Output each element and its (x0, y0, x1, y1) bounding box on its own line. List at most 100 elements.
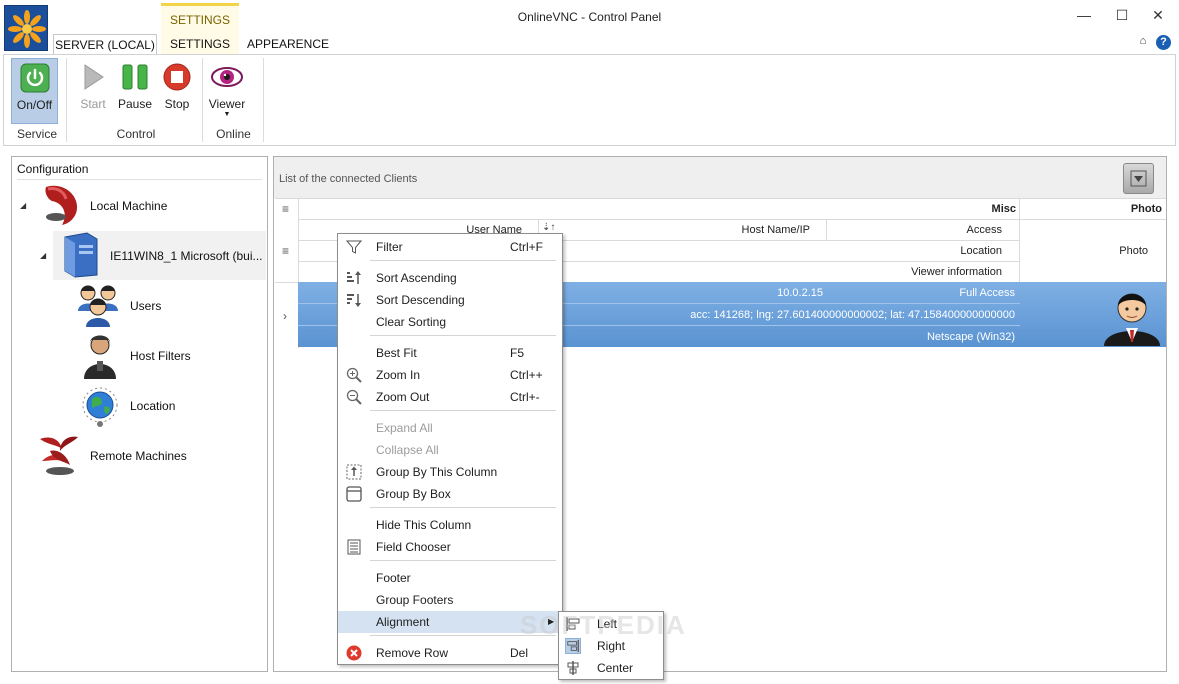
host-filter-icon (80, 331, 120, 379)
remove-row-icon (346, 645, 362, 661)
context-tab-header: SETTINGS (161, 3, 239, 34)
menu-item-label: Remove Row (376, 646, 449, 660)
menu-item-best-fit[interactable]: Best Fit F5 (338, 342, 562, 364)
group-label-service: Service (16, 127, 57, 141)
row-indicator-icon: › (283, 309, 287, 323)
row-handle-icon[interactable]: ≡ (282, 202, 289, 216)
menu-item-label: Group By This Column (376, 465, 498, 479)
sort-descending-icon (346, 292, 362, 308)
column-header-photo[interactable]: Photo (1022, 203, 1162, 215)
menu-shortcut: Ctrl++ (510, 368, 543, 382)
menu-item-label: Group By Box (376, 487, 451, 501)
zoom-in-icon (346, 367, 362, 383)
menu-item-sort-descending[interactable]: Sort Descending (338, 289, 562, 311)
column-header-misc[interactable]: Misc (960, 203, 1016, 215)
column-header-photo-cell[interactable]: Photo (1100, 245, 1148, 257)
menu-separator (370, 335, 556, 336)
tree-item-remote-machines[interactable]: Remote Machines (90, 449, 187, 463)
stop-button[interactable]: Stop (158, 58, 196, 124)
menu-item-group-by-column[interactable]: Group By This Column (338, 461, 562, 483)
menu-separator (370, 507, 556, 508)
menu-item-remove-row[interactable]: Remove Row Del (338, 642, 562, 664)
group-box-icon (346, 486, 362, 502)
local-machine-icon (38, 181, 82, 227)
menu-item-footer[interactable]: Footer (338, 567, 562, 589)
filter-icon (345, 239, 363, 255)
tree-expand-arrow[interactable]: ◢ (20, 201, 26, 210)
column-header-host-name[interactable]: Host Name/IP (700, 224, 810, 236)
tab-appearance[interactable]: APPEARENCE (245, 34, 331, 55)
start-button[interactable]: Start (74, 58, 112, 124)
viewer-button[interactable]: Viewer ▼ (206, 58, 248, 124)
grid-line (275, 198, 1166, 199)
play-icon (79, 62, 107, 95)
group-separator (66, 58, 67, 142)
menu-item-label: Zoom In (376, 368, 421, 382)
menu-item-label: Field Chooser (376, 540, 451, 554)
menu-shortcut: Del (510, 646, 529, 660)
divider (17, 179, 262, 180)
menu-item-zoom-out[interactable]: Zoom Out Ctrl+- (338, 386, 562, 408)
client-host-cell[interactable]: 10.0.2.15 (700, 287, 823, 299)
tree-item-computer[interactable]: IE11WIN8_1 Microsoft (bui... (110, 249, 263, 263)
eye-icon (210, 62, 244, 95)
menu-item-label: Zoom Out (376, 390, 430, 404)
menu-item-group-footers[interactable]: Group Footers (338, 589, 562, 611)
menu-item-group-by-box[interactable]: Group By Box (338, 483, 562, 505)
menu-item-collapse-all[interactable]: Collapse All (338, 439, 562, 461)
zoom-out-icon (346, 389, 362, 405)
client-access-cell[interactable]: Full Access (880, 287, 1015, 299)
client-location-cell[interactable]: acc: 141268; lng: 27.601400000000002; la… (560, 309, 1015, 321)
column-header-viewer-info[interactable]: Viewer information (850, 266, 1002, 278)
clients-dropdown-button[interactable] (1123, 163, 1154, 194)
sort-ascending-icon: ⇣↑ (542, 222, 556, 233)
menu-item-label: Sort Ascending (376, 271, 457, 285)
power-icon (20, 63, 50, 96)
column-header-location[interactable]: Location (900, 245, 1002, 257)
group-separator (263, 58, 264, 142)
menu-item-clear-sorting[interactable]: Clear Sorting (338, 311, 562, 333)
tree-item-location[interactable]: Location (130, 399, 175, 413)
menu-item-field-chooser[interactable]: Field Chooser (338, 536, 562, 558)
maximize-button[interactable]: ☐ (1107, 4, 1137, 26)
tree-item-users[interactable]: Users (130, 299, 161, 313)
tab-settings[interactable]: SETTINGS (161, 34, 239, 55)
submenu-item-center[interactable]: Center (559, 657, 663, 679)
computer-icon (59, 231, 101, 279)
stop-label: Stop (164, 97, 190, 111)
submenu-item-label: Center (597, 661, 634, 675)
menu-item-filter[interactable]: Filter Ctrl+F (338, 236, 562, 258)
grid-line (826, 219, 827, 240)
configuration-title: Configuration (17, 162, 89, 176)
group-separator (202, 58, 203, 142)
menu-item-zoom-in[interactable]: Zoom In Ctrl++ (338, 364, 562, 386)
help-icon[interactable]: ? (1156, 35, 1171, 50)
submenu-item-label: Right (597, 639, 626, 653)
sort-ascending-icon (346, 270, 362, 286)
tree-expand-arrow[interactable]: ◢ (40, 251, 46, 260)
menu-item-label: Clear Sorting (376, 315, 447, 329)
client-viewer-cell[interactable]: Netscape (Win32) (880, 331, 1015, 343)
on-off-label: On/Off (16, 98, 53, 112)
tree-item-local-machine[interactable]: Local Machine (90, 199, 167, 213)
menu-shortcut: Ctrl+F (510, 240, 543, 254)
menu-item-label: Hide This Column (376, 518, 472, 532)
on-off-button[interactable]: On/Off (11, 58, 58, 124)
menu-item-label: Footer (376, 571, 411, 585)
tree-item-host-filters[interactable]: Host Filters (130, 349, 191, 363)
tab-server-local[interactable]: SERVER (LOCAL) (53, 34, 157, 55)
pause-button[interactable]: Pause (114, 58, 156, 124)
group-label-control: Control (116, 127, 156, 141)
clients-title: List of the connected Clients (279, 173, 418, 185)
minimize-button[interactable]: — (1069, 4, 1099, 26)
menu-item-hide-column[interactable]: Hide This Column (338, 514, 562, 536)
menu-item-expand-all[interactable]: Expand All (338, 417, 562, 439)
row-handle-icon[interactable]: ≡ (282, 244, 289, 258)
column-header-access[interactable]: Access (900, 224, 1002, 236)
menu-item-label: Group Footers (376, 593, 454, 607)
collapse-ribbon-icon[interactable]: ⌂ (1136, 35, 1150, 49)
close-button[interactable]: ✕ (1143, 4, 1173, 26)
menu-shortcut: F5 (510, 346, 525, 360)
menu-item-label: Sort Descending (376, 293, 465, 307)
menu-item-sort-ascending[interactable]: Sort Ascending (338, 267, 562, 289)
